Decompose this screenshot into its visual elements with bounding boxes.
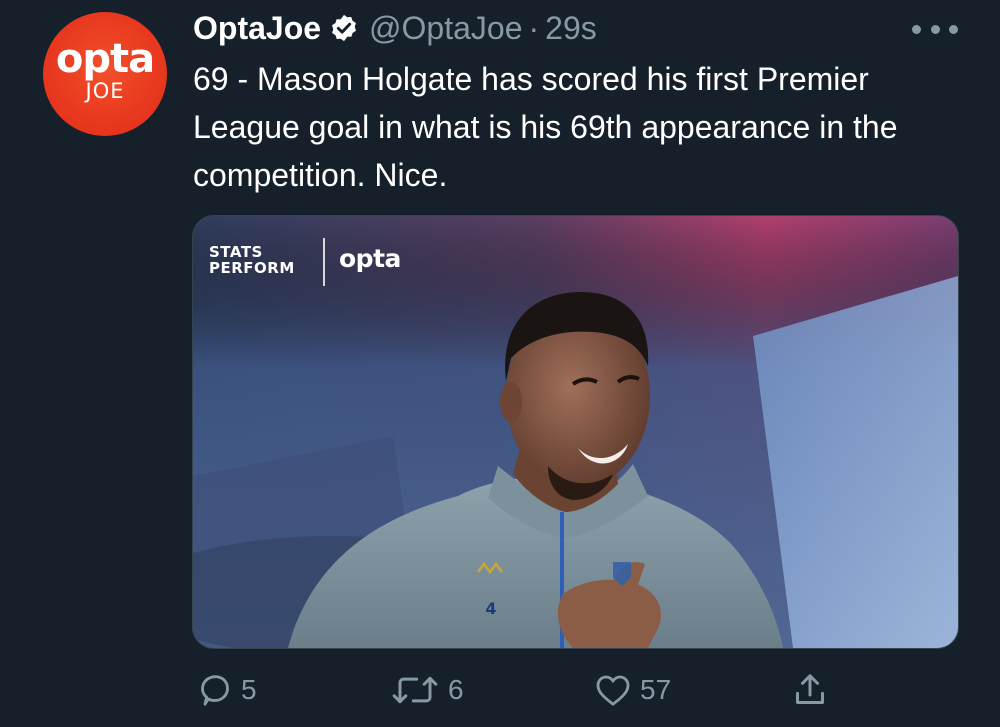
stats-perform-logo: STATS PERFORM: [209, 244, 295, 276]
share-icon: [796, 674, 824, 704]
more-dot: [949, 24, 958, 34]
tweet-text: 69 - Mason Holgate has scored his first …: [193, 61, 898, 193]
stats-perform-logo-line1: STATS: [209, 243, 263, 261]
share-button[interactable]: [790, 667, 830, 713]
stats-perform-logo-line2: PERFORM: [209, 259, 295, 277]
retweet-button[interactable]: 6: [388, 667, 464, 713]
tweet-header: OptaJoe @OptaJoe · 29s: [193, 8, 597, 48]
avatar-brand-text: opta: [55, 36, 155, 82]
verified-badge-icon: [332, 14, 357, 42]
retweet-count: 6: [448, 674, 464, 705]
separator-dot: ·: [528, 9, 540, 46]
display-name[interactable]: OptaJoe: [193, 10, 321, 47]
opta-logo: opta: [339, 244, 401, 273]
more-dot: [930, 24, 940, 34]
shirt-number: 4: [485, 599, 496, 618]
reply-count: 5: [241, 674, 257, 705]
like-count: 57: [640, 674, 672, 705]
tweet-photo[interactable]: 4 STATS PERFORM opta: [192, 215, 959, 649]
action-bar: 5 6 57: [0, 667, 1000, 713]
more-options-icon[interactable]: [912, 16, 958, 42]
heart-icon: [596, 675, 630, 706]
like-button[interactable]: 57: [592, 667, 671, 713]
reply-icon: [201, 675, 229, 706]
avatar-sub-text: JOE: [85, 79, 125, 103]
reply-button[interactable]: 5: [195, 667, 257, 713]
more-dot: [912, 24, 921, 34]
tweet[interactable]: opta JOE OptaJoe @OptaJoe · 29s 69 - Mas…: [0, 0, 1000, 727]
logo-divider: [323, 238, 325, 286]
retweet-icon: [392, 676, 438, 704]
handle[interactable]: @OptaJoe: [369, 10, 522, 47]
timestamp[interactable]: 29s: [545, 10, 597, 47]
avatar[interactable]: opta JOE: [43, 12, 167, 136]
player-photo: 4: [193, 216, 958, 648]
